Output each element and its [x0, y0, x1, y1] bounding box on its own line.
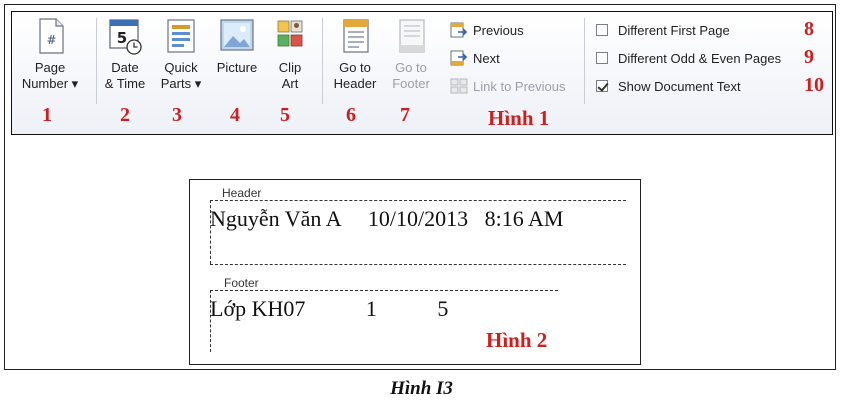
date-time-label-1: Date	[111, 60, 139, 75]
show-document-text-label: Show Document Text	[618, 78, 741, 94]
page-number-button[interactable]: # Page Number ▾	[20, 16, 80, 92]
previous-section-icon	[450, 22, 468, 38]
show-document-text-checkbox[interactable]	[596, 80, 608, 92]
link-to-previous-button[interactable]: Link to Previous	[450, 76, 566, 96]
go-to-header-label-2: Header	[333, 76, 377, 91]
header-top-border	[210, 200, 626, 201]
go-to-header-label-1: Go to	[339, 60, 371, 75]
header-bottom-border	[210, 264, 626, 265]
go-to-header-button[interactable]: Go to Header	[326, 16, 384, 92]
marker-1: 1	[42, 104, 52, 126]
go-to-footer-icon	[399, 19, 425, 53]
quick-parts-button[interactable]: Quick Parts ▾	[156, 16, 206, 92]
go-to-footer-button[interactable]: Go to Footer	[384, 16, 438, 92]
different-odd-even-option[interactable]: Different Odd & Even Pages	[596, 48, 781, 68]
picture-button[interactable]: Picture	[210, 16, 264, 76]
different-first-page-option[interactable]: Different First Page	[596, 20, 730, 40]
go-to-header-icon	[343, 19, 369, 53]
previous-button[interactable]: Previous	[450, 20, 524, 40]
next-section-icon	[450, 50, 468, 66]
different-first-page-label: Different First Page	[618, 22, 730, 38]
marker-2: 2	[120, 104, 130, 126]
ribbon-separator	[584, 18, 585, 104]
go-to-footer-label-1: Go to	[395, 60, 427, 75]
marker-10: 10	[804, 74, 824, 96]
picture-label: Picture	[216, 60, 258, 75]
go-to-footer-label-2: Footer	[392, 76, 430, 91]
figure-label-hinh-2: Hình 2	[486, 328, 548, 352]
clip-art-label-1: Clip	[278, 60, 302, 75]
clip-art-label-2: Art	[281, 76, 299, 91]
page-number-label-2: Number ▾	[21, 76, 79, 91]
date-time-button[interactable]: 5 Date & Time	[100, 16, 150, 92]
clip-art-icon	[277, 20, 303, 47]
next-label: Next	[473, 50, 500, 66]
svg-text:5: 5	[117, 29, 127, 47]
ribbon-separator	[322, 18, 323, 104]
show-document-text-option[interactable]: Show Document Text	[596, 76, 741, 96]
different-first-page-checkbox[interactable]	[596, 24, 608, 36]
marker-4: 4	[230, 104, 240, 126]
quick-parts-icon	[167, 19, 195, 53]
marker-8: 8	[804, 18, 814, 40]
footer-text: Lớp KH07 1 5	[210, 296, 449, 321]
marker-6: 6	[346, 104, 356, 126]
previous-label: Previous	[473, 22, 524, 38]
header-footer-ribbon: # Page Number ▾ 1 5 Date & Time 2 Quick …	[11, 11, 833, 135]
link-icon	[450, 78, 468, 94]
ribbon-separator	[96, 18, 97, 104]
svg-text:#: #	[46, 33, 56, 47]
header-tag: Header	[222, 186, 262, 200]
picture-icon	[220, 19, 254, 51]
marker-5: 5	[280, 104, 290, 126]
marker-9: 9	[804, 46, 814, 68]
quick-parts-label-1: Quick	[164, 60, 198, 75]
header-text: Nguyễn Văn A 10/10/2013 8:16 AM	[210, 206, 564, 231]
figure-caption: Hình I3	[390, 378, 453, 399]
figure-label-hinh-1: Hình 1	[488, 106, 550, 130]
page-number-icon: #	[39, 18, 64, 54]
next-button[interactable]: Next	[450, 48, 500, 68]
marker-7: 7	[400, 104, 410, 126]
link-to-previous-label: Link to Previous	[473, 78, 566, 94]
different-odd-even-label: Different Odd & Even Pages	[618, 50, 782, 66]
date-time-icon: 5	[109, 19, 142, 55]
marker-3: 3	[172, 104, 182, 126]
footer-top-border	[210, 290, 558, 291]
different-odd-even-checkbox[interactable]	[596, 52, 608, 64]
figure-frame: # Page Number ▾ 1 5 Date & Time 2 Quick …	[4, 4, 836, 370]
date-time-label-2: & Time	[104, 76, 146, 91]
page-number-label-1: Page	[34, 60, 66, 75]
clip-art-button[interactable]: Clip Art	[268, 16, 312, 92]
document-preview: Header Nguyễn Văn A 10/10/2013 8:16 AM F…	[189, 179, 641, 365]
footer-tag: Footer	[224, 276, 259, 290]
quick-parts-label-2: Parts ▾	[160, 76, 202, 91]
